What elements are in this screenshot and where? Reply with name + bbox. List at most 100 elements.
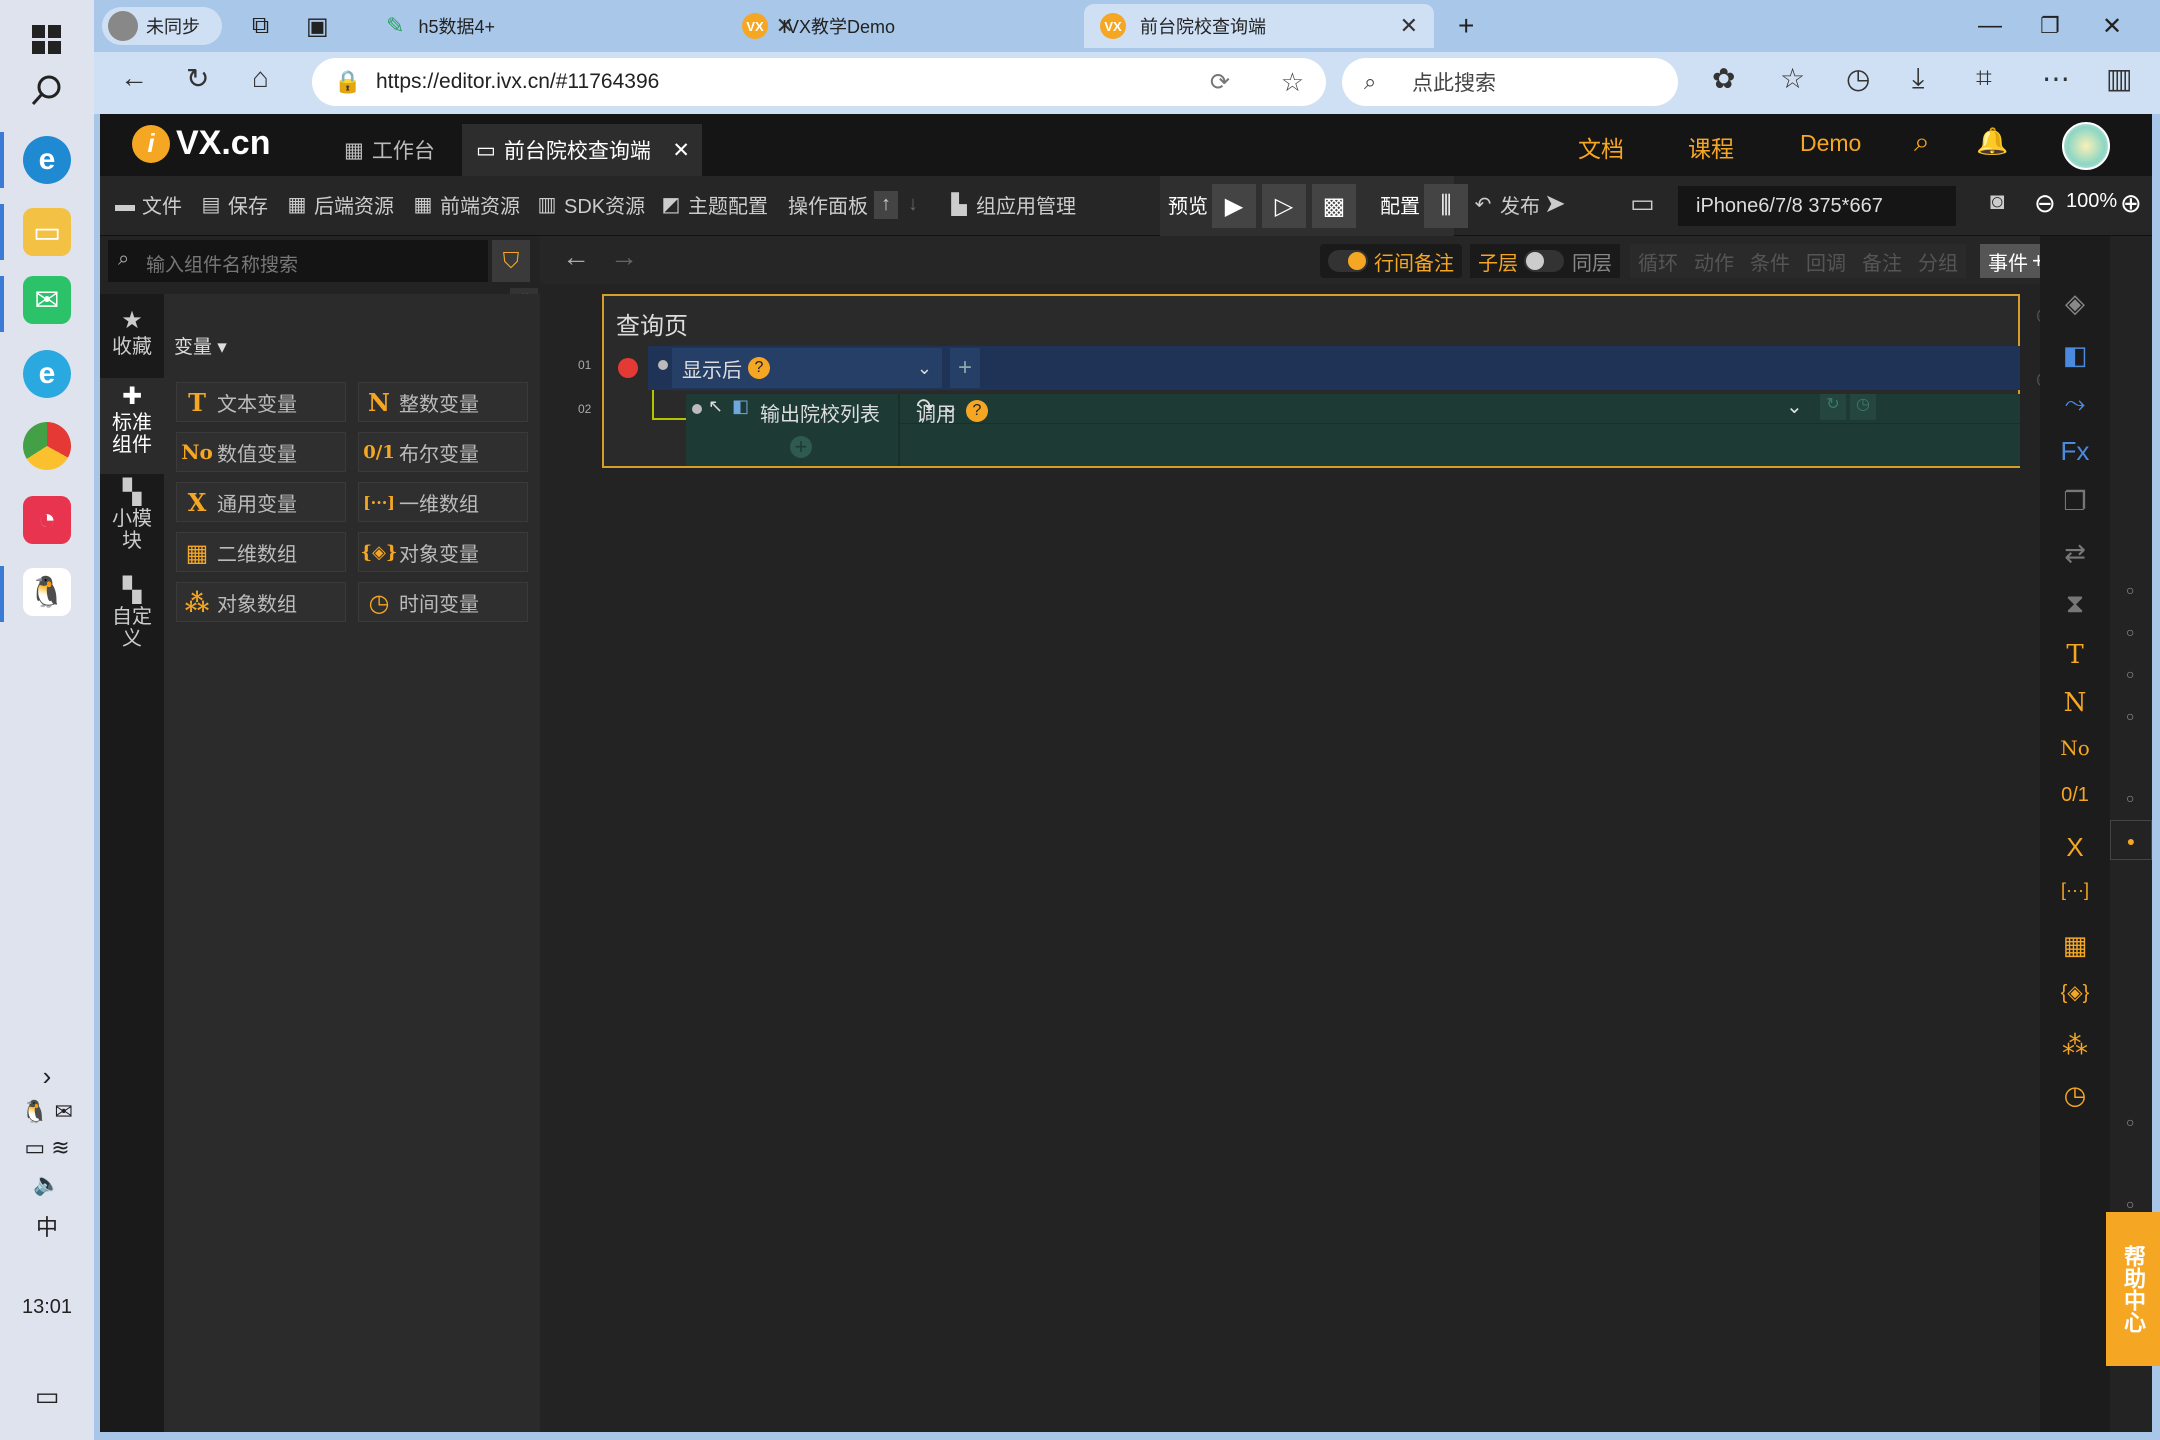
hourglass-icon[interactable]: ⧗ — [2040, 588, 2110, 620]
play-icon[interactable]: ▶ — [1212, 184, 1256, 228]
search-icon[interactable]: ⌕ — [1914, 126, 1930, 159]
component-integer-variable[interactable]: N 整数变量 — [358, 382, 528, 422]
target-label[interactable]: 输出院校列表 — [760, 398, 880, 427]
refresh-icon[interactable]: ↻ — [186, 62, 209, 95]
input-method-label[interactable]: 中 — [0, 1186, 94, 1266]
sdk-resources-button[interactable]: ▥ SDK资源 — [536, 190, 646, 219]
function-icon[interactable]: Fx — [2040, 436, 2110, 467]
save-button[interactable]: ▤ 保存 — [200, 190, 268, 219]
back-icon[interactable]: ← — [120, 62, 148, 94]
boolean-var-icon[interactable]: 0/1 — [2040, 784, 2110, 807]
action-row[interactable]: ↖ ◧ 输出院校列表 ↷ ⌄ + 调用 ? ⌄ ↻ ◷ — [686, 394, 2020, 466]
more-icon[interactable]: ⋯ — [2042, 62, 2070, 95]
chrome-icon[interactable] — [0, 406, 94, 486]
close-tab-icon[interactable]: ✕ — [1400, 13, 1418, 39]
integer-var-icon[interactable]: N — [2040, 688, 2110, 718]
general-var-icon[interactable]: X — [2040, 832, 2110, 863]
frontend-resources-button[interactable]: ▦ 前端资源 — [412, 190, 520, 219]
component-number-variable[interactable]: No 数值变量 — [176, 432, 346, 472]
minimize-icon[interactable]: — — [1970, 4, 2010, 48]
download-icon[interactable]: ⤓ — [1912, 62, 1924, 95]
sliders-icon[interactable]: ⫼ — [1424, 184, 1468, 228]
clock-icon[interactable]: ◷ — [1850, 394, 1876, 420]
courses-link[interactable]: 课程 — [1688, 130, 1734, 164]
component-general-variable[interactable]: X 通用变量 — [176, 482, 346, 522]
action-select[interactable]: 调用 ? ⌄ ↻ ◷ — [900, 394, 2020, 426]
operation-panel-button[interactable]: 操作面板 ↑ ↓ — [788, 190, 918, 219]
backend-resources-button[interactable]: ▦ 后端资源 — [286, 190, 394, 219]
tab-current-project[interactable]: ▭ 前台院校查询端 ✕ — [462, 124, 702, 176]
loop-button[interactable]: 循环 — [1630, 244, 1686, 278]
section-header[interactable]: 变量 ▾ — [174, 332, 227, 359]
favorites-icon[interactable]: ☆ — [1780, 62, 1805, 95]
device-select[interactable]: iPhone6/7/8 375*667 — [1678, 186, 1956, 226]
help-center-button[interactable]: 帮助中心 — [2106, 1212, 2160, 1366]
browser-search-field[interactable]: ⌕ 点此搜索 — [1342, 58, 1678, 106]
chevron-down-icon[interactable]: ⌄ — [917, 358, 932, 379]
theme-config-button[interactable]: ◩ 主题配置 — [660, 190, 768, 219]
send-icon[interactable]: ➤ — [1544, 188, 1566, 219]
callback-button[interactable]: 回调 — [1798, 244, 1854, 278]
url-field[interactable]: 🔒 https://editor.ivx.cn/#11764396 ⟳ ☆ — [312, 58, 1326, 106]
number-var-icon[interactable]: No — [2040, 736, 2110, 760]
publish-button[interactable]: ↶ 发布 — [1472, 190, 1540, 219]
wechat-icon[interactable]: ✉ — [0, 260, 94, 340]
condition-button[interactable]: 条件 — [1742, 244, 1798, 278]
zoom-out-icon[interactable]: ⊖ — [2034, 188, 2056, 219]
edge-icon[interactable]: e — [0, 120, 94, 200]
loop-icon[interactable]: ↻ — [1820, 394, 1846, 420]
vertical-tabs-icon[interactable]: ▣ — [298, 4, 344, 48]
action-button[interactable]: 动作 — [1686, 244, 1742, 278]
new-tab-icon[interactable]: + — [1448, 4, 1498, 48]
user-avatar[interactable] — [2062, 122, 2110, 170]
camera-icon[interactable]: ◙ — [1990, 188, 2005, 216]
home-icon[interactable]: ⌂ — [252, 62, 269, 94]
add-action-icon[interactable]: + — [950, 348, 980, 388]
play-outline-icon[interactable]: ▷ — [1262, 184, 1306, 228]
group-button[interactable]: 分组 — [1910, 244, 1966, 278]
arrow-down-icon[interactable]: ↓ — [908, 193, 918, 216]
screenshot-icon[interactable]: ⌗ — [1976, 62, 1992, 95]
ie-icon[interactable]: e — [0, 334, 94, 414]
close-tab-icon[interactable]: ✕ — [672, 138, 690, 163]
restore-icon[interactable]: ❐ — [2032, 4, 2072, 48]
nav-small-modules[interactable]: ▚ 小模块 — [100, 476, 164, 572]
bell-icon[interactable]: 🔔 — [1976, 126, 2008, 157]
undo-arrow-icon[interactable]: ← — [554, 240, 598, 274]
component-icon[interactable]: ◧ — [2040, 340, 2110, 371]
ivx-logo[interactable]: i VX.cn — [132, 124, 270, 163]
lock-icon[interactable]: 🔒 — [334, 69, 361, 95]
event-row[interactable]: 显示后 ? ⌄ + — [648, 346, 2020, 390]
extensions-icon[interactable]: ✿ — [1712, 62, 1735, 95]
demo-link[interactable]: Demo — [1800, 130, 1861, 157]
zoom-in-icon[interactable]: ⊕ — [2120, 188, 2142, 219]
device-icon[interactable]: ▭ — [1630, 188, 1655, 219]
help-icon[interactable]: ? — [966, 400, 988, 422]
tab-actions-icon[interactable]: ⧉ — [244, 4, 290, 48]
object-array-icon[interactable]: ⁂ — [2040, 1030, 2110, 1061]
child-layer-toggle[interactable]: 子层 — [1470, 244, 1572, 278]
array-1d-icon[interactable]: [···] — [2040, 880, 2110, 901]
qq-icon[interactable]: 🐧 — [0, 552, 94, 632]
qrcode-icon[interactable]: ▩ — [1312, 184, 1356, 228]
component-1d-array[interactable]: [···] 一维数组 — [358, 482, 528, 522]
same-layer-button[interactable]: 同层 — [1564, 244, 1620, 278]
object-var-icon[interactable]: {◈} — [2040, 980, 2110, 1005]
search-icon[interactable] — [0, 50, 94, 130]
component-time-variable[interactable]: ◷ 时间变量 — [358, 582, 528, 622]
chevron-down-icon[interactable]: ⌄ — [1786, 394, 1803, 419]
component-2d-array[interactable]: ▦ 二维数组 — [176, 532, 346, 572]
component-boolean-variable[interactable]: 0/1 布尔变量 — [358, 432, 528, 472]
array-2d-icon[interactable]: ▦ — [2040, 930, 2110, 961]
arrow-up-icon[interactable]: ↑ — [874, 190, 898, 219]
help-icon[interactable]: ? — [748, 357, 770, 379]
note-button[interactable]: 备注 — [1854, 244, 1910, 278]
notification-icon[interactable]: ▭ — [0, 1356, 94, 1436]
app-red-icon[interactable]: ◔ — [0, 480, 94, 560]
copy-icon[interactable]: ❐ — [2040, 486, 2110, 517]
group-app-manage-button[interactable]: ▙ 组应用管理 — [948, 190, 1076, 219]
layers-icon[interactable]: ◈ — [2040, 288, 2110, 319]
nav-custom[interactable]: ▚ 自定义 — [100, 574, 164, 674]
nav-favorites[interactable]: ★ 收藏 — [100, 304, 164, 374]
text-var-icon[interactable]: T — [2040, 640, 2110, 670]
